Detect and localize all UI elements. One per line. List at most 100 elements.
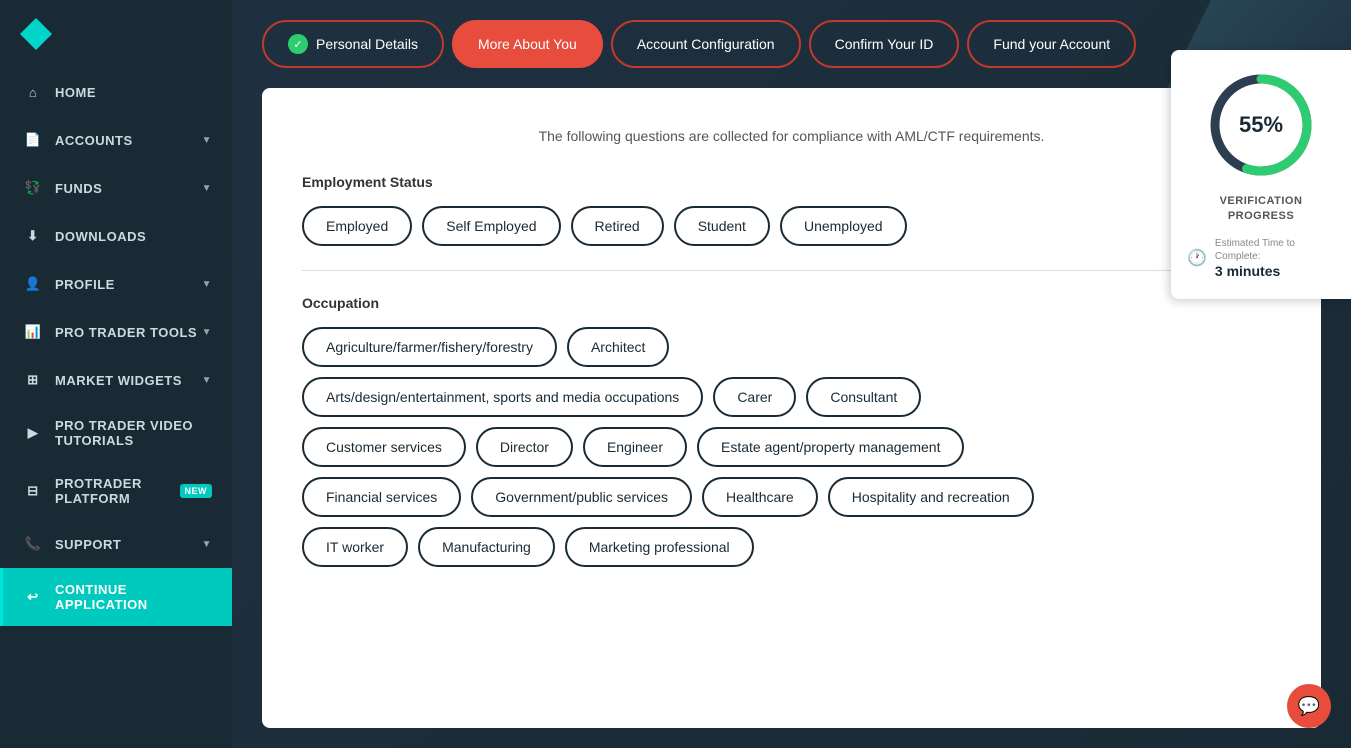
occupation-option-healthcare[interactable]: Healthcare — [702, 477, 818, 517]
step-label: Personal Details — [316, 36, 418, 52]
occupation-option-it-worker[interactable]: IT worker — [302, 527, 408, 567]
step-personal-details[interactable]: ✓ Personal Details — [262, 20, 444, 68]
sidebar-item-continue-application[interactable]: ↩ CONTINUE APPLICATION — [0, 568, 232, 626]
chevron-icon: ▼ — [202, 135, 212, 146]
sidebar-item-funds[interactable]: 💱 FUNDS ▼ — [0, 164, 232, 212]
sidebar-item-accounts[interactable]: 📄 ACCOUNTS ▼ — [0, 116, 232, 164]
chevron-icon: ▼ — [202, 539, 212, 550]
chevron-icon: ▼ — [202, 375, 212, 386]
time-info: Estimated Time to Complete: 3 minutes — [1215, 237, 1335, 279]
employment-option-student[interactable]: Student — [674, 206, 770, 246]
profile-icon: 👤 — [23, 274, 43, 294]
employment-section: Employment Status EmployedSelf Employed R… — [302, 174, 1281, 246]
occupation-option-marketing-professional[interactable]: Marketing professional — [565, 527, 754, 567]
continue-icon: ↩ — [23, 587, 43, 607]
occupation-option-director[interactable]: Director — [476, 427, 573, 467]
funds-icon: 💱 — [23, 178, 43, 198]
occupation-option-customer-services[interactable]: Customer services — [302, 427, 466, 467]
step-account-configuration[interactable]: Account Configuration — [611, 20, 801, 68]
employment-option-self-employed[interactable]: Self Employed — [422, 206, 560, 246]
sidebar-item-pro-trader-tools[interactable]: 📊 PRO TRADER TOOLS ▼ — [0, 308, 232, 356]
chat-button[interactable]: 💬 — [1287, 684, 1331, 728]
sidebar: ⌂ HOME 📄 ACCOUNTS ▼ 💱 FUNDS ▼ ⬇ DOWNLOAD… — [0, 0, 232, 748]
sidebar-item-support[interactable]: 📞 SUPPORT ▼ — [0, 520, 232, 568]
occupation-option-hospitality-and-recreation[interactable]: Hospitality and recreation — [828, 477, 1034, 517]
sidebar-item-label: MARKET WIDGETS — [55, 373, 182, 388]
employment-option-employed[interactable]: Employed — [302, 206, 412, 246]
step-label: Fund your Account — [993, 36, 1110, 52]
progress-circle: 55% — [1206, 70, 1316, 180]
employment-options: EmployedSelf Employed RetiredStudentUnemp… — [302, 206, 1281, 246]
home-icon: ⌂ — [23, 82, 43, 102]
time-estimate: 🕐 Estimated Time to Complete: 3 minutes — [1187, 237, 1335, 279]
main-content: ✓ Personal Details More About You Account C… — [232, 0, 1351, 748]
sidebar-item-label: PROFILE — [55, 277, 115, 292]
new-badge: NEW — [180, 484, 213, 498]
step-label: Confirm Your ID — [835, 36, 934, 52]
sidebar-item-label: ACCOUNTS — [55, 133, 133, 148]
platform-icon: ⊟ — [23, 481, 43, 501]
step-check-icon: ✓ — [288, 34, 308, 54]
occupation-option-agriculture-farmer-fishery-for[interactable]: Agriculture/farmer/fishery/forestry — [302, 327, 557, 367]
sidebar-item-profile[interactable]: 👤 PROFILE ▼ — [0, 260, 232, 308]
step-more-about-you[interactable]: More About You — [452, 20, 603, 68]
occupation-option-manufacturing[interactable]: Manufacturing — [418, 527, 555, 567]
progress-circle-container: 55% — [1187, 70, 1335, 180]
sidebar-item-label: FUNDS — [55, 181, 102, 196]
sidebar-item-label: SUPPORT — [55, 537, 121, 552]
occupation-label: Occupation — [302, 295, 1281, 311]
chevron-icon: ▼ — [202, 279, 212, 290]
chevron-icon: ▼ — [202, 327, 212, 338]
sidebar-item-label: HOME — [55, 85, 96, 100]
verification-label: VERIFICATIONPROGRESS — [1187, 194, 1335, 225]
occupation-row4: Financial servicesGovernment/public serv… — [302, 477, 1281, 517]
section-divider — [302, 270, 1281, 271]
occupation-option-arts-design-entertainment-spor[interactable]: Arts/design/entertainment, sports and me… — [302, 377, 703, 417]
progress-widget: 55% VERIFICATIONPROGRESS 🕐 Estimated Tim… — [1171, 50, 1351, 299]
employment-option-retired[interactable]: Retired — [571, 206, 664, 246]
support-icon: 📞 — [23, 534, 43, 554]
clock-icon: 🕐 — [1187, 248, 1207, 268]
occupation-option-government-public-services[interactable]: Government/public services — [471, 477, 692, 517]
occupation-option-carer[interactable]: Carer — [713, 377, 796, 417]
compliance-text: The following questions are collected fo… — [302, 128, 1281, 144]
accounts-icon: 📄 — [23, 130, 43, 150]
downloads-icon: ⬇ — [23, 226, 43, 246]
occupation-row3: Customer servicesDirectorEngineerEstate … — [302, 427, 1281, 467]
sidebar-item-label: DOWNLOADS — [55, 229, 146, 244]
step-label: More About You — [478, 36, 577, 52]
occupation-option-financial-services[interactable]: Financial services — [302, 477, 461, 517]
step-confirm-your-id[interactable]: Confirm Your ID — [809, 20, 960, 68]
video-icon: ▶ — [23, 423, 43, 443]
sidebar-item-pro-trader-video[interactable]: ▶ PRO TRADER VIDEO TUTORIALS — [0, 404, 232, 462]
occupation-row2: Arts/design/entertainment, sports and me… — [302, 377, 1281, 417]
tools-icon: 📊 — [23, 322, 43, 342]
employment-option-unemployed[interactable]: Unemployed — [780, 206, 907, 246]
occupation-row5: IT workerManufacturingMarketing professi… — [302, 527, 1281, 567]
progress-percentage: 55% — [1239, 112, 1283, 138]
time-value: 3 minutes — [1215, 263, 1335, 279]
sidebar-item-home[interactable]: ⌂ HOME — [0, 68, 232, 116]
sidebar-item-label: PROTRADER PLATFORM — [55, 476, 172, 506]
sidebar-item-downloads[interactable]: ⬇ DOWNLOADS — [0, 212, 232, 260]
logo-icon — [20, 18, 52, 50]
chevron-icon: ▼ — [202, 183, 212, 194]
form-area: The following questions are collected fo… — [262, 88, 1321, 728]
step-label: Account Configuration — [637, 36, 775, 52]
sidebar-item-label: PRO TRADER TOOLS — [55, 325, 197, 340]
occupation-option-engineer[interactable]: Engineer — [583, 427, 687, 467]
occupation-option-consultant[interactable]: Consultant — [806, 377, 921, 417]
occupation-option-estate-agent-property-manageme[interactable]: Estate agent/property management — [697, 427, 964, 467]
occupation-section: Occupation Agriculture/farmer/fishery/fo… — [302, 295, 1281, 567]
widgets-icon: ⊞ — [23, 370, 43, 390]
estimated-label: Estimated Time to Complete: — [1215, 237, 1335, 263]
sidebar-logo — [0, 0, 232, 68]
sidebar-item-label: CONTINUE APPLICATION — [55, 582, 212, 612]
occupation-row1: Agriculture/farmer/fishery/forestryArchi… — [302, 327, 1281, 367]
employment-label: Employment Status — [302, 174, 1281, 190]
sidebar-item-label: PRO TRADER VIDEO TUTORIALS — [55, 418, 212, 448]
step-fund-your-account[interactable]: Fund your Account — [967, 20, 1136, 68]
sidebar-item-protrader-platform[interactable]: ⊟ PROTRADER PLATFORM NEW — [0, 462, 232, 520]
occupation-option-architect[interactable]: Architect — [567, 327, 669, 367]
sidebar-item-market-widgets[interactable]: ⊞ MARKET WIDGETS ▼ — [0, 356, 232, 404]
